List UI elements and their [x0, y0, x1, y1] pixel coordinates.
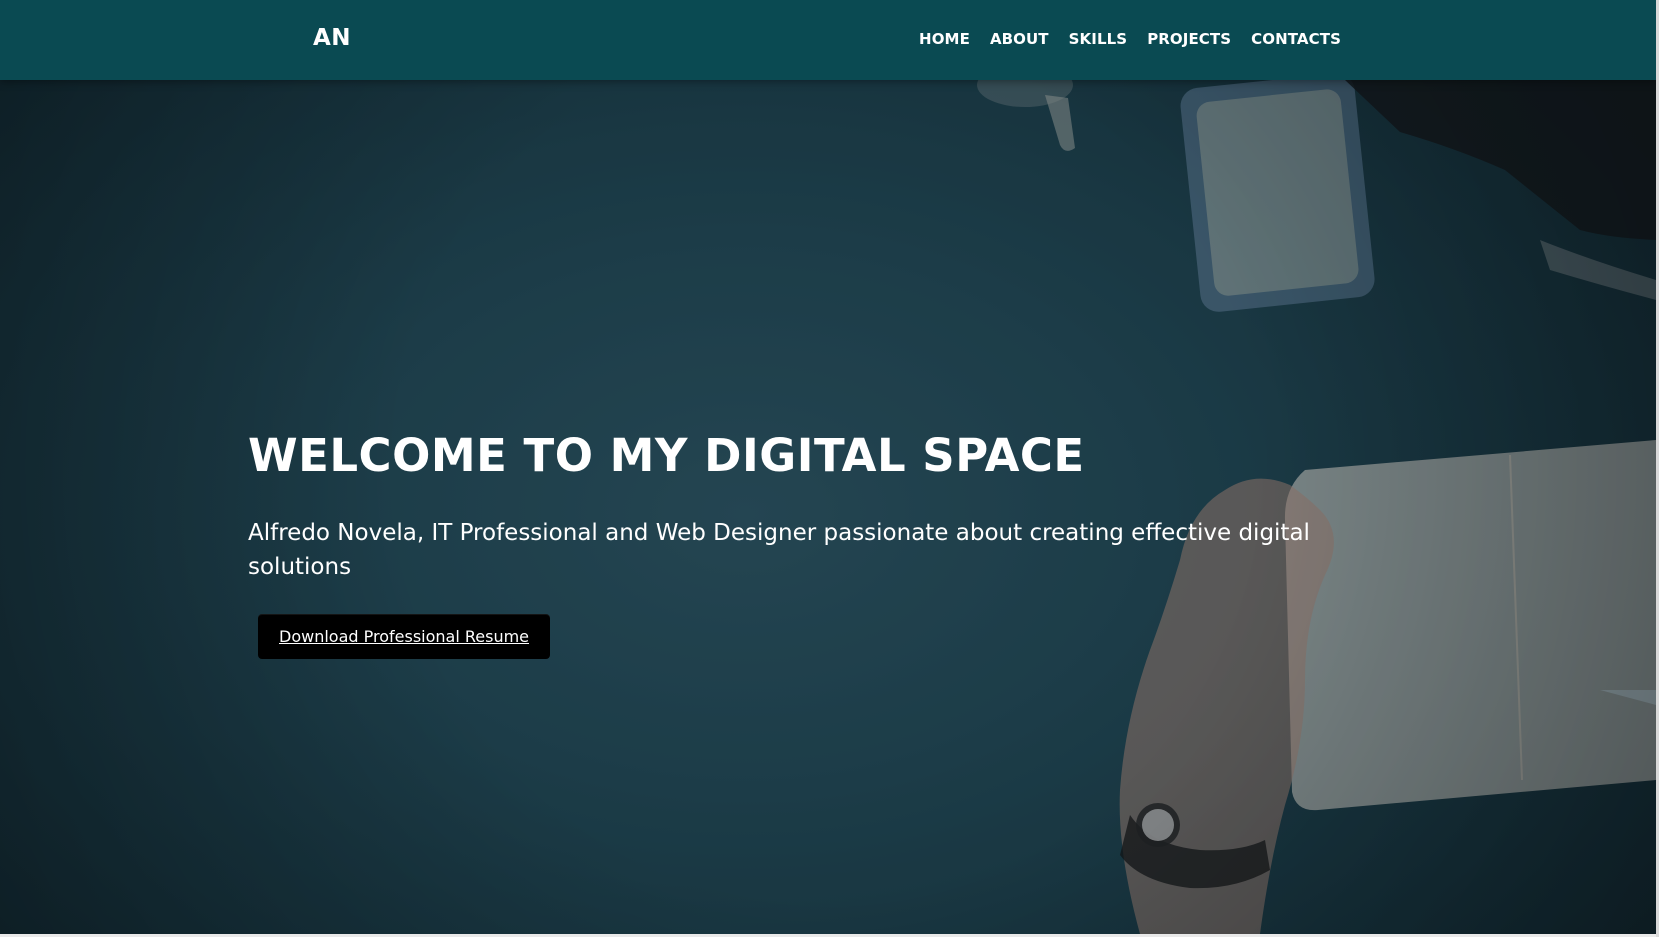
nav-link-home[interactable]: HOME — [919, 30, 970, 48]
pen-image — [1600, 690, 1656, 705]
portfolio-page: AN HOME ABOUT SKILLS PROJECTS CONTACTS W… — [0, 0, 1659, 937]
phone-image — [1180, 73, 1375, 312]
hero-subtitle: Alfredo Novela, IT Professional and Web … — [248, 519, 1310, 580]
nav-link-projects[interactable]: PROJECTS — [1147, 30, 1231, 48]
site-logo[interactable]: AN — [313, 25, 351, 51]
nav-link-skills[interactable]: SKILLS — [1069, 30, 1128, 48]
hero-title: WELCOME TO MY DIGITAL SPACE — [248, 429, 1085, 482]
hero-section: AN HOME ABOUT SKILLS PROJECTS CONTACTS W… — [0, 0, 1656, 934]
nav-link-about[interactable]: ABOUT — [990, 30, 1049, 48]
laptop-image — [1345, 80, 1656, 300]
nav-link-contacts[interactable]: CONTACTS — [1251, 30, 1341, 48]
hero-content: WELCOME TO MY DIGITAL SPACE Alfredo Nove… — [248, 430, 1368, 659]
main-navigation: HOME ABOUT SKILLS PROJECTS CONTACTS — [919, 30, 1341, 48]
download-resume-button[interactable]: Download Professional Resume — [258, 613, 551, 659]
top-navbar: AN HOME ABOUT SKILLS PROJECTS CONTACTS — [0, 0, 1656, 80]
